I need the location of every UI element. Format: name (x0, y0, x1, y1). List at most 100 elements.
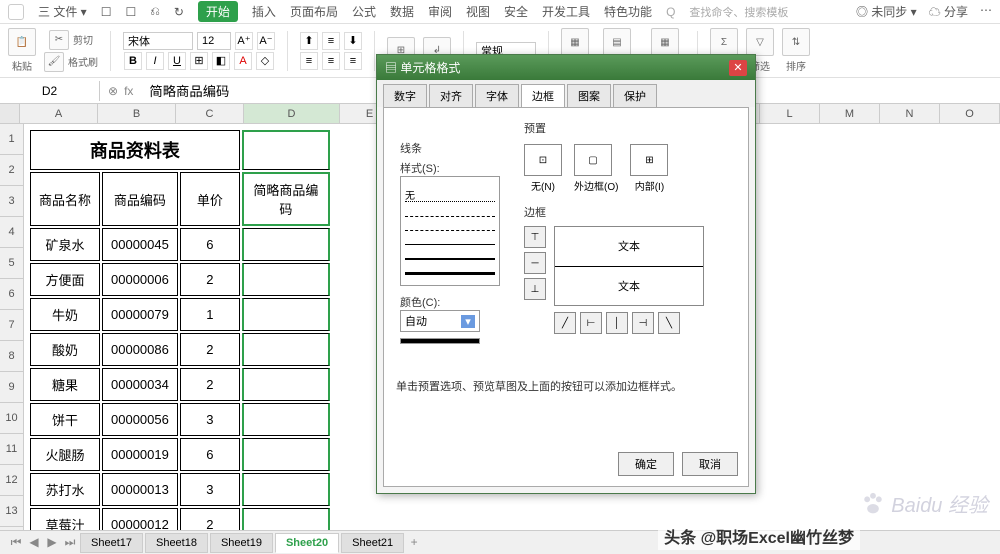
align-right-icon[interactable]: ≡ (344, 52, 362, 70)
table-cell[interactable]: 00000056 (102, 403, 178, 436)
increase-font-icon[interactable]: A⁺ (235, 32, 253, 50)
border-bottom-button[interactable]: ⊥ (524, 278, 546, 300)
table-cell[interactable] (242, 228, 330, 261)
cond-format-icon[interactable]: ▤ (603, 28, 631, 56)
menu-special[interactable]: 特色功能 (604, 3, 652, 20)
table-cell[interactable]: 3 (180, 403, 240, 436)
table-cell[interactable]: 苏打水 (30, 473, 100, 506)
fill-color-button[interactable]: ◧ (212, 52, 230, 70)
sheet-tab[interactable]: Sheet20 (275, 533, 339, 553)
tab-nav-prev[interactable]: ◀ (26, 535, 42, 551)
dialog-titlebar[interactable]: ▤ 单元格格式 ✕ (377, 55, 755, 80)
row-header-8[interactable]: 8 (0, 341, 23, 372)
cut-icon[interactable]: ✂ (49, 30, 69, 50)
tab-nav-last[interactable]: ⏭ (62, 535, 78, 551)
border-preview[interactable]: 文本 文本 (554, 226, 704, 306)
border-top-button[interactable]: ⊤ (524, 226, 546, 248)
clear-format-button[interactable]: ◇ (256, 52, 274, 70)
select-all-corner[interactable] (0, 104, 20, 123)
fx-icon[interactable]: ⊗ (108, 84, 118, 98)
line-style-picker[interactable]: 无 (400, 176, 500, 286)
menu-dev[interactable]: 开发工具 (542, 3, 590, 20)
table-cell[interactable]: 00000006 (102, 263, 178, 296)
table-cell[interactable]: 酸奶 (30, 333, 100, 366)
col-header-O[interactable]: O (940, 104, 1000, 123)
table-cell[interactable]: 糖果 (30, 368, 100, 401)
table-cell[interactable]: 饼干 (30, 403, 100, 436)
dialog-tab[interactable]: 边框 (521, 84, 565, 107)
menu-data[interactable]: 数据 (390, 3, 414, 20)
menu-security[interactable]: 安全 (504, 3, 528, 20)
align-mid-icon[interactable]: ≡ (322, 32, 340, 50)
qat-icon[interactable]: ☐ (125, 5, 136, 19)
border-vmid-button[interactable]: │ (606, 312, 628, 334)
table-cell[interactable]: 矿泉水 (30, 228, 100, 261)
font-color-button[interactable]: A (234, 52, 252, 70)
line-dashdot[interactable] (405, 230, 495, 232)
add-sheet-button[interactable]: + (406, 535, 422, 551)
row-header-9[interactable]: 9 (0, 372, 23, 403)
row-header-5[interactable]: 5 (0, 248, 23, 279)
line-thick[interactable] (405, 272, 495, 275)
align-top-icon[interactable]: ⬆ (300, 32, 318, 50)
tab-nav-first[interactable]: ⏮ (8, 535, 24, 551)
filter-icon[interactable]: ▽ (746, 28, 774, 56)
table-cell[interactable]: 牛奶 (30, 298, 100, 331)
col-header-N[interactable]: N (880, 104, 940, 123)
row-header-13[interactable]: 13 (0, 496, 23, 527)
align-bot-icon[interactable]: ⬇ (344, 32, 362, 50)
table-cell[interactable] (242, 508, 330, 530)
table-cell[interactable]: 2 (180, 263, 240, 296)
align-left-icon[interactable]: ≡ (300, 52, 318, 70)
menu-file[interactable]: 三 文件 ▾ (38, 3, 87, 20)
color-dropdown[interactable]: 自动 ▾ (400, 310, 480, 332)
underline-button[interactable]: U (168, 52, 186, 70)
col-header-A[interactable]: A (20, 104, 98, 123)
table-cell[interactable]: 00000012 (102, 508, 178, 530)
cancel-button[interactable]: 取消 (682, 452, 738, 476)
row-header-7[interactable]: 7 (0, 310, 23, 341)
style-icon[interactable]: ▦ (561, 28, 589, 56)
menu-start[interactable]: 开始 (198, 1, 238, 22)
line-dashed[interactable] (405, 216, 495, 218)
table-cell[interactable]: 2 (180, 333, 240, 366)
table-cell[interactable]: 3 (180, 473, 240, 506)
table-cell[interactable]: 00000019 (102, 438, 178, 471)
sum-icon[interactable]: Σ (710, 28, 738, 56)
more-button[interactable]: ⋯ (980, 3, 992, 20)
row-header-10[interactable]: 10 (0, 403, 23, 434)
share-button[interactable]: ☁ 分享 (929, 3, 968, 20)
border-left-button[interactable]: ⊢ (580, 312, 602, 334)
dialog-tab[interactable]: 保护 (613, 84, 657, 107)
preset-outline[interactable]: ▢外边框(O) (574, 144, 618, 193)
table-cell[interactable] (242, 438, 330, 471)
border-right-button[interactable]: ⊣ (632, 312, 654, 334)
line-none[interactable]: 无 (405, 187, 495, 189)
table-cell[interactable] (242, 473, 330, 506)
row-header-12[interactable]: 12 (0, 465, 23, 496)
search-hint[interactable]: 查找命令、搜索模板 (689, 4, 788, 20)
menu-formula[interactable]: 公式 (352, 3, 376, 20)
table-cell[interactable]: 00000034 (102, 368, 178, 401)
table-cell[interactable]: 00000045 (102, 228, 178, 261)
table-cell[interactable] (242, 263, 330, 296)
table-cell[interactable]: 00000086 (102, 333, 178, 366)
tab-nav-next[interactable]: ▶ (44, 535, 60, 551)
row-header-1[interactable]: 1 (0, 124, 23, 155)
menu-view[interactable]: 视图 (466, 3, 490, 20)
table-cell[interactable]: 00000013 (102, 473, 178, 506)
table-cell[interactable] (242, 403, 330, 436)
cell-reference[interactable]: D2 (0, 81, 100, 101)
table-cell[interactable]: 2 (180, 368, 240, 401)
qat-icon[interactable]: ⎌ (150, 4, 160, 19)
border-button[interactable]: ⊞ (190, 52, 208, 70)
ok-button[interactable]: 确定 (618, 452, 674, 476)
border-diag1-button[interactable]: ╱ (554, 312, 576, 334)
col-header-L[interactable]: L (760, 104, 820, 123)
sort-icon[interactable]: ⇅ (782, 28, 810, 56)
col-header-M[interactable]: M (820, 104, 880, 123)
fx-icon[interactable]: fx (124, 84, 133, 98)
italic-button[interactable]: I (146, 52, 164, 70)
table-cell[interactable] (242, 333, 330, 366)
border-hmid-button[interactable]: ─ (524, 252, 546, 274)
